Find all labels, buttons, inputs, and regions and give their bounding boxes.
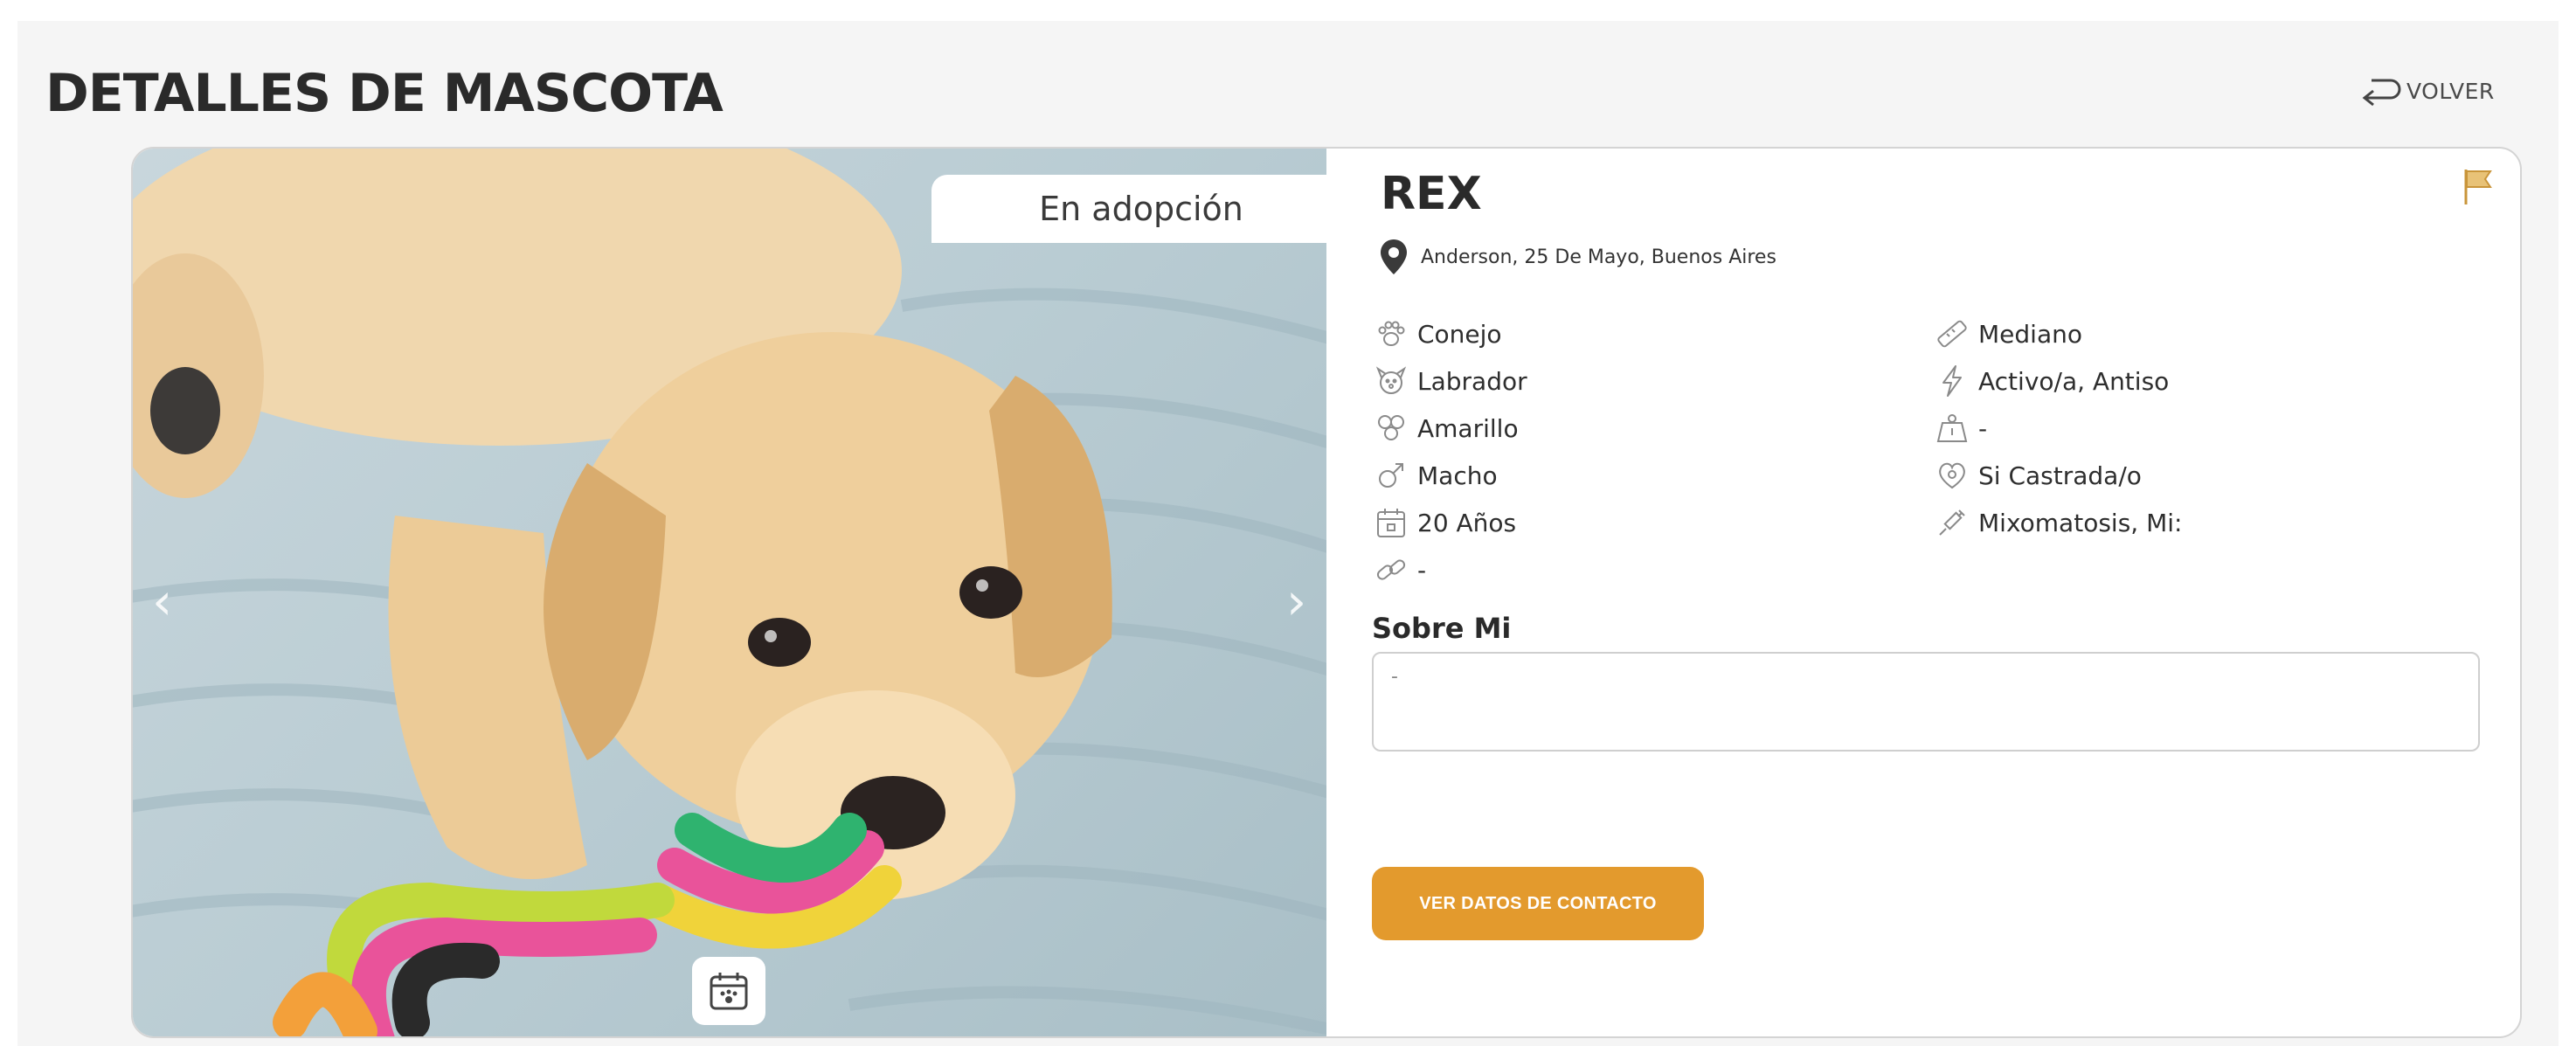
return-arrow-icon [2362, 79, 2401, 107]
attr-vaccines-value: Mixomatosis, Mi: [1978, 508, 2183, 537]
attr-age: 20 Años [1374, 505, 1516, 540]
attr-neutered: Si Castrada/o [1935, 458, 2142, 493]
attr-color-value: Amarillo [1417, 413, 1519, 443]
attr-breed: Labrador [1374, 364, 1527, 398]
back-button[interactable]: VOLVER [2359, 72, 2495, 110]
previous-photo-icon[interactable]: ‹ [152, 571, 172, 631]
attr-neutered-value: Si Castrada/o [1978, 461, 2142, 490]
ruler-icon [1937, 320, 1967, 348]
attr-species: Conejo [1374, 316, 1502, 351]
about-text: - [1372, 652, 2480, 752]
attr-sex: Macho [1374, 458, 1498, 493]
attr-vaccines: Mixomatosis, Mi: [1935, 505, 2182, 540]
color-icon [1378, 415, 1404, 440]
about-title: Sobre Mi [1372, 612, 1512, 645]
attr-species-value: Conejo [1417, 319, 1502, 349]
page-title: DETALLES DE MASCOTA [45, 63, 724, 124]
calendar-badge[interactable] [692, 957, 765, 1025]
link-icon [1376, 559, 1406, 580]
back-label: VOLVER [2406, 78, 2495, 104]
location-text: Anderson, 25 De Mayo, Buenos Aires [1421, 246, 1776, 268]
pet-name: REX [1381, 168, 1482, 220]
calendar-paw-icon [710, 973, 748, 1010]
calendar-icon [1377, 509, 1405, 537]
adoption-status-tab: En adopción [931, 175, 1351, 243]
attr-breed-value: Labrador [1417, 366, 1527, 396]
attr-link: - [1374, 552, 1426, 587]
weight-icon [1936, 414, 1968, 442]
report-flag-icon[interactable] [2461, 166, 2496, 208]
attr-energy: Activo/a, Antiso [1935, 364, 2169, 398]
paw-icon [1378, 321, 1405, 346]
attr-energy-value: Activo/a, Antiso [1978, 366, 2170, 396]
attr-size-value: Mediano [1978, 319, 2082, 349]
attr-weight-value: - [1978, 413, 1988, 443]
attr-sex-value: Macho [1417, 461, 1498, 490]
location-pin-icon [1381, 239, 1407, 274]
energy-icon [1942, 365, 1962, 397]
puppy-image [133, 149, 1326, 1036]
pet-detail-card: ‹ › En adopción REX Anderson, 25 De Mayo… [131, 147, 2522, 1038]
attr-size: Mediano [1935, 316, 2082, 351]
pet-photo [133, 149, 1326, 1036]
attr-link-value: - [1417, 555, 1427, 585]
pet-location: Anderson, 25 De Mayo, Buenos Aires [1379, 238, 1776, 276]
male-gender-icon [1379, 463, 1403, 488]
syringe-icon [1939, 509, 1965, 536]
attr-age-value: 20 Años [1417, 508, 1517, 537]
view-contact-button[interactable]: VER DATOS DE CONTACTO [1372, 867, 1704, 940]
attr-color: Amarillo [1374, 411, 1519, 446]
next-photo-icon[interactable]: › [1286, 571, 1306, 631]
heart-icon [1939, 462, 1965, 489]
attr-weight: - [1935, 411, 1987, 446]
dog-face-icon [1375, 366, 1407, 394]
